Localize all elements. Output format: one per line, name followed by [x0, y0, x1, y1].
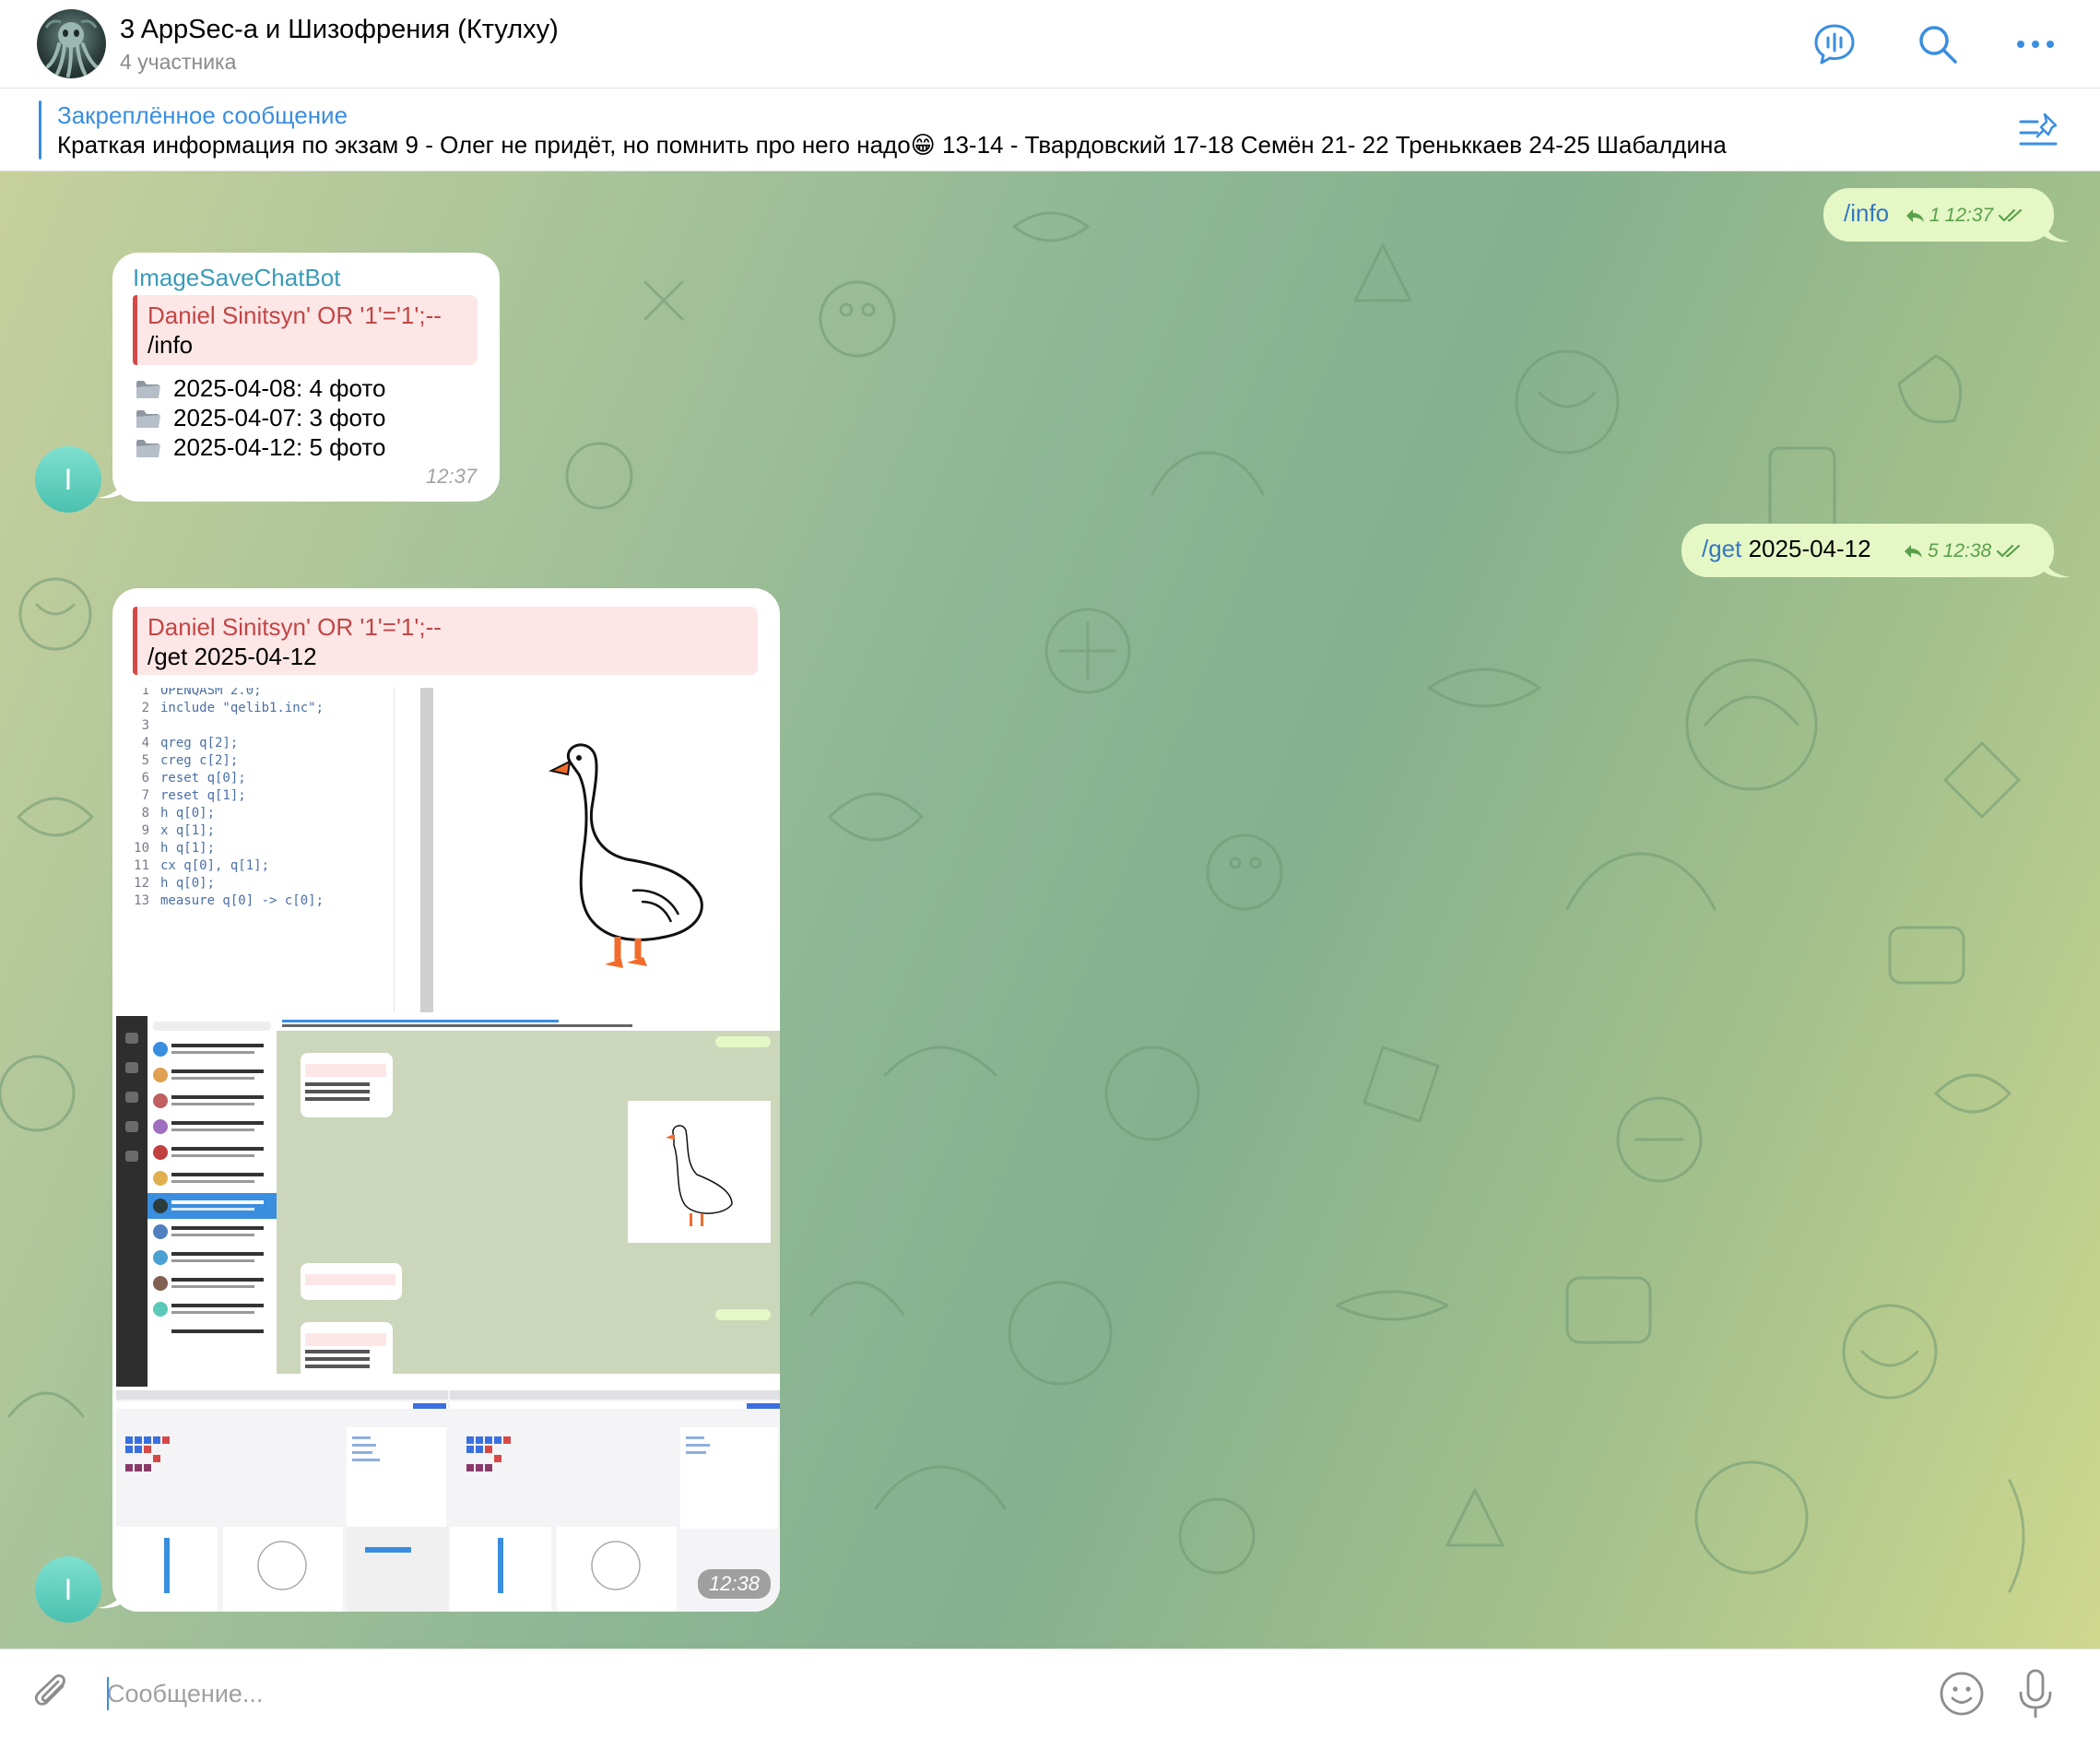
message-time: 12:38 [1942, 540, 1992, 561]
pinned-list-icon[interactable] [2017, 109, 2063, 155]
outgoing-message-info[interactable]: /info 1 12:37 [1823, 188, 2054, 242]
album-photo-quantum-composer[interactable]: 12:38 [116, 1390, 780, 1612]
pinned-title: Закреплённое сообщение [57, 101, 348, 129]
voice-chat-button[interactable] [1809, 18, 1860, 70]
date-row: 2025-04-12: 5 фото [135, 433, 385, 462]
code-line: 10 h q[1]; [134, 841, 216, 856]
code-line: 11 cx q[0], q[1]; [134, 858, 270, 873]
emoji-icon [1940, 1672, 1984, 1716]
date-row: 2025-04-07: 3 фото [135, 404, 385, 432]
code-line: 8h q[0]; [141, 806, 216, 821]
reply-arrow-icon [1905, 545, 1922, 558]
bot-info-message[interactable]: ImageSaveChatBot Daniel Sinitsyn' OR '1'… [112, 253, 500, 502]
text-caret [107, 1677, 109, 1710]
bot-album-message[interactable]: Daniel Sinitsyn' OR '1'='1';-- /get 2025… [112, 588, 780, 1612]
reply-arrow-icon [1906, 209, 1924, 222]
cthulhu-avatar-image [44, 19, 98, 77]
more-button[interactable] [2010, 18, 2061, 70]
folder-icon [135, 436, 162, 460]
sender-name[interactable]: ImageSaveChatBot [133, 264, 340, 292]
reply-accent-bar [133, 295, 137, 365]
goose-image [549, 743, 703, 968]
chat-header: 3 AppSec-а и Шизофрения (Ктулху) 4 участ… [0, 0, 2100, 89]
code-line: 5 creg c[2]; [141, 753, 239, 768]
chat-area[interactable]: /info 1 12:37 ImageSaveChatBot Daniel Si… [0, 171, 2100, 1648]
replies-count: 1 [1929, 205, 1941, 226]
message-composer [0, 1648, 2100, 1737]
message-time: 12:37 [1944, 205, 1994, 226]
bubble-tail [2042, 218, 2070, 242]
reply-author: Daniel Sinitsyn' OR '1'='1';-- [147, 613, 442, 641]
message-meta: 5 12:38 [1903, 540, 2023, 562]
attach-icon [34, 1674, 65, 1706]
folder-icon [135, 377, 162, 401]
reply-quote[interactable]: Daniel Sinitsyn' OR '1'='1';-- /info [133, 295, 478, 365]
date-row: 2025-04-08: 4 фото [135, 374, 385, 403]
pinned-message[interactable]: Закреплённое сообщение Краткая информаци… [0, 89, 2100, 171]
voice-chat-icon [1814, 24, 1855, 65]
voice-record-button[interactable] [2008, 1666, 2063, 1721]
group-avatar[interactable] [37, 9, 106, 78]
album-photo-telegram-screenshot[interactable] [116, 1016, 780, 1387]
reply-author: Daniel Sinitsyn' OR '1'='1';-- [147, 301, 442, 329]
microphone-icon [2019, 1669, 2052, 1719]
reply-text: /info [147, 331, 194, 359]
scrollbar [420, 688, 433, 1012]
command-link[interactable]: /get [1702, 535, 1741, 562]
pinned-accent-bar [39, 100, 41, 160]
quantum-composer-image [116, 1390, 780, 1612]
folder-icon [135, 407, 162, 431]
code-line: 9x q[1]; [141, 823, 216, 838]
search-icon [1919, 26, 1957, 64]
album-photo-code-goose[interactable]: 1 OPENQASM 2.0; 2 include "qelib1.inc"; 3 … [116, 688, 780, 1012]
album-time: 12:38 [697, 1569, 771, 1599]
command-link[interactable]: /info [1844, 199, 1889, 227]
code-line: 3 [141, 718, 149, 733]
code-line: 4 qreg q[2]; [141, 736, 239, 750]
pinned-text: Краткая информация по экзам 9 - Олег не … [57, 131, 1727, 159]
outgoing-message-get[interactable]: /get 2025-04-12 5 12:38 [1681, 524, 2054, 577]
reply-quote[interactable]: Daniel Sinitsyn' OR '1'='1';-- /get 2025… [133, 607, 758, 675]
bubble-tail [98, 474, 125, 499]
code-line: 6 reset q[0]; [141, 771, 246, 786]
message-time: 12:37 [426, 465, 478, 488]
bubble-tail [2042, 553, 2070, 578]
chat-title[interactable]: 3 AppSec-а и Шизофрения (Ктулху) [120, 15, 559, 45]
telegram-screenshot-image [116, 1016, 780, 1387]
members-count: 4 участника [120, 50, 237, 74]
message-meta: 1 12:37 [1905, 205, 2025, 227]
code-line: 1 OPENQASM 2.0; [141, 688, 262, 698]
reply-text: /get 2025-04-12 [147, 643, 317, 670]
replies-count: 5 [1928, 540, 1939, 561]
code-line: 13 measure q[0] -> c[0]; [134, 893, 324, 908]
bot-avatar[interactable]: I [35, 1556, 101, 1623]
search-button[interactable] [1912, 18, 1964, 70]
bot-avatar[interactable]: I [35, 446, 101, 513]
double-check-icon [1997, 544, 2021, 558]
command-argument: 2025-04-12 [1741, 535, 1871, 562]
bubble-tail [98, 1584, 125, 1609]
more-icon [2017, 41, 2054, 48]
code-line: 7 reset q[1]; [141, 788, 246, 803]
code-line: 12 h q[0]; [134, 876, 216, 891]
qasm-code-panel: 1 OPENQASM 2.0; 2 include "qelib1.inc"; 3 … [116, 688, 395, 1012]
double-check-icon [1999, 208, 2023, 222]
reply-accent-bar [133, 607, 137, 675]
code-line: 2 include "qelib1.inc"; [141, 701, 324, 715]
message-input[interactable] [107, 1675, 1895, 1712]
emoji-button[interactable] [1934, 1666, 1989, 1721]
attach-button[interactable] [26, 1666, 81, 1721]
